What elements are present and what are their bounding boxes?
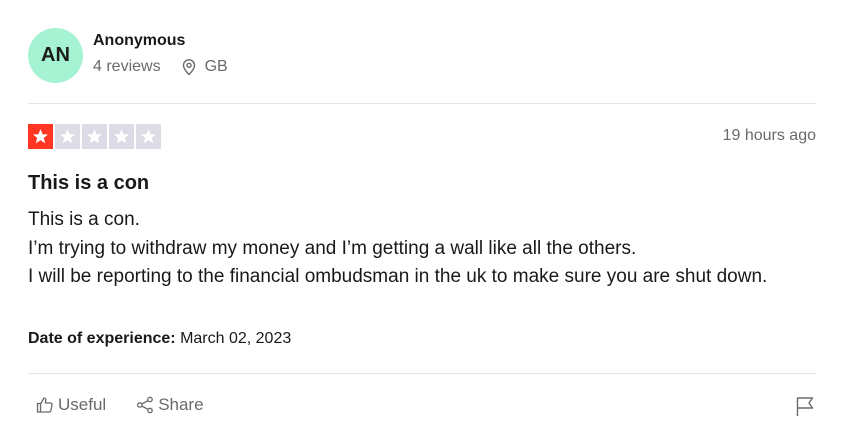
star-filled	[28, 124, 53, 149]
report-button[interactable]	[794, 395, 816, 417]
review-body-line: I will be reporting to the financial omb…	[28, 266, 768, 287]
useful-button[interactable]: Useful	[36, 395, 106, 415]
thumbs-up-icon	[36, 397, 53, 413]
consumer-name[interactable]: Anonymous	[93, 32, 185, 50]
star-empty	[55, 124, 80, 149]
share-icon	[137, 396, 154, 414]
divider	[28, 373, 816, 374]
star-rating	[28, 124, 161, 149]
star-empty	[136, 124, 161, 149]
experience-label: Date of experience:	[28, 330, 176, 347]
country-code: GB	[204, 58, 228, 75]
divider	[28, 103, 816, 104]
location-pin-icon	[181, 58, 197, 76]
review-body: This is a con. I’m trying to withdraw my…	[28, 206, 798, 292]
star-empty	[82, 124, 107, 149]
experience-date: March 02, 2023	[180, 330, 292, 347]
star-icon	[60, 129, 75, 144]
review-card: AN Anonymous 4 reviews GB 19 hours ago T…	[28, 0, 816, 438]
flag-icon	[796, 397, 814, 416]
star-icon	[33, 129, 48, 144]
review-body-line: This is a con.	[28, 209, 140, 230]
star-empty	[109, 124, 134, 149]
useful-label: Useful	[58, 395, 107, 414]
star-icon	[141, 129, 156, 144]
review-actions: Useful Share	[36, 395, 204, 415]
avatar[interactable]: AN	[28, 28, 83, 83]
avatar-initials: AN	[41, 44, 70, 66]
date-of-experience: Date of experience: March 02, 2023	[28, 330, 291, 348]
review-title[interactable]: This is a con	[28, 172, 149, 195]
star-icon	[114, 129, 129, 144]
share-button[interactable]: Share	[136, 395, 204, 415]
review-date: 19 hours ago	[722, 127, 816, 144]
review-body-line: I’m trying to withdraw my money and I’m …	[28, 237, 637, 259]
star-icon	[87, 129, 102, 144]
reviews-count: 4 reviews	[93, 58, 161, 75]
consumer-meta: 4 reviews GB	[93, 58, 228, 76]
share-label: Share	[158, 395, 204, 414]
